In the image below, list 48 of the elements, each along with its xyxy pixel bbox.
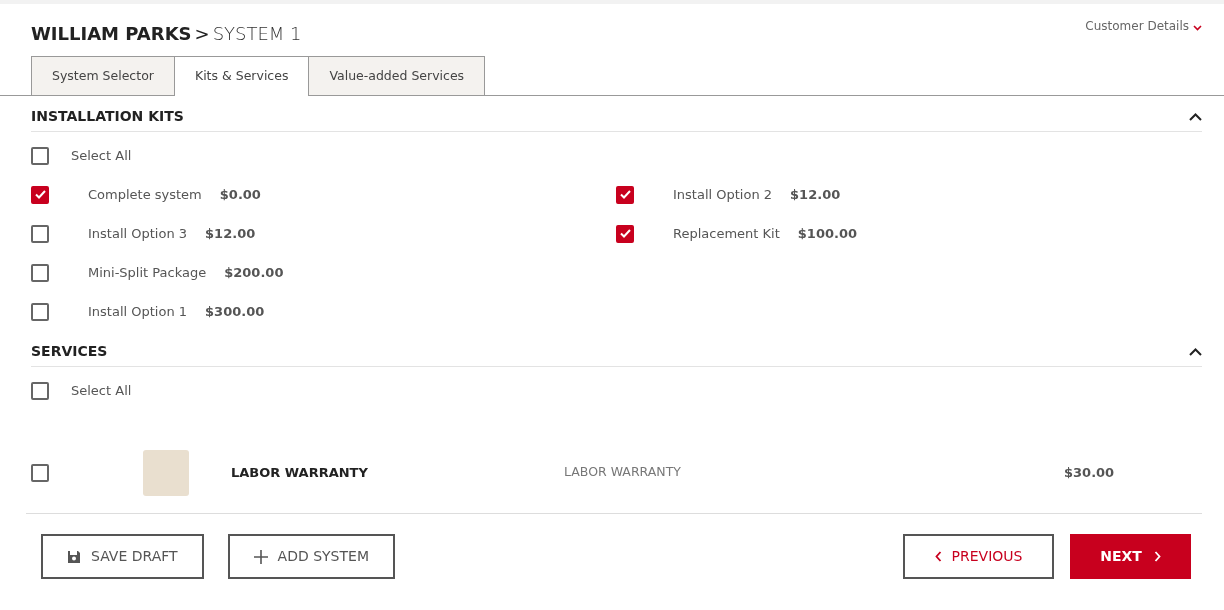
customer-name: WILLIAM PARKS xyxy=(31,22,192,46)
chevron-up-icon[interactable] xyxy=(1189,112,1202,121)
next-button[interactable]: NEXT xyxy=(1070,534,1191,579)
kit-name: Install Option 2 xyxy=(673,185,773,204)
checkbox[interactable] xyxy=(31,302,49,321)
kit-name: Install Option 3 xyxy=(88,224,188,243)
checkbox[interactable] xyxy=(31,185,49,204)
system-name: SYSTEM 1 xyxy=(212,22,302,46)
customer-details-link[interactable]: Customer Details xyxy=(1085,20,1202,35)
tab[interactable]: Kits & Services xyxy=(173,56,310,96)
section-title: SERVICES xyxy=(31,342,108,361)
kit-name: Replacement Kit xyxy=(673,224,780,243)
chevron-right-icon xyxy=(1153,551,1161,562)
kit-price: $12.00 xyxy=(790,185,841,204)
plus-icon xyxy=(253,549,268,564)
check-icon xyxy=(619,229,631,238)
check-icon xyxy=(619,190,631,199)
section-title: INSTALLATION KITS xyxy=(31,107,184,126)
service-price: $30.00 xyxy=(1064,463,1115,482)
breadcrumb-separator: > xyxy=(194,22,210,46)
checkbox[interactable] xyxy=(616,185,634,204)
kit-name: Install Option 1 xyxy=(88,302,188,321)
service-description: LABOR WARRANTY xyxy=(564,463,682,482)
add-system-button[interactable]: ADD SYSTEM xyxy=(227,534,395,579)
kit-price: $200.00 xyxy=(224,263,284,282)
checkbox[interactable] xyxy=(31,263,49,282)
kit-price: $300.00 xyxy=(205,302,265,321)
select-all-label: Select All xyxy=(71,381,132,400)
tab[interactable]: System Selector xyxy=(31,56,175,95)
kit-price: $100.00 xyxy=(797,224,857,243)
checkbox[interactable] xyxy=(31,146,49,165)
kit-price: $12.00 xyxy=(205,224,256,243)
chevron-left-icon xyxy=(934,551,942,562)
tab[interactable]: Value-added Services xyxy=(308,56,486,95)
checkbox[interactable] xyxy=(31,463,49,482)
save-draft-button[interactable]: SAVE DRAFT xyxy=(41,534,204,579)
chevron-up-icon[interactable] xyxy=(1189,347,1202,356)
photo-placeholder xyxy=(143,449,189,496)
kit-name: Complete system xyxy=(88,185,202,204)
checkbox[interactable] xyxy=(616,224,634,243)
previous-button[interactable]: PREVIOUS xyxy=(903,534,1054,579)
check-icon xyxy=(34,190,46,199)
checkbox[interactable] xyxy=(31,224,49,243)
service-name: LABOR WARRANTY xyxy=(231,463,369,482)
kit-name: Mini-Split Package xyxy=(88,263,207,282)
checkbox[interactable] xyxy=(31,381,49,400)
select-all-label: Select All xyxy=(71,146,132,165)
kit-price: $0.00 xyxy=(219,185,261,204)
